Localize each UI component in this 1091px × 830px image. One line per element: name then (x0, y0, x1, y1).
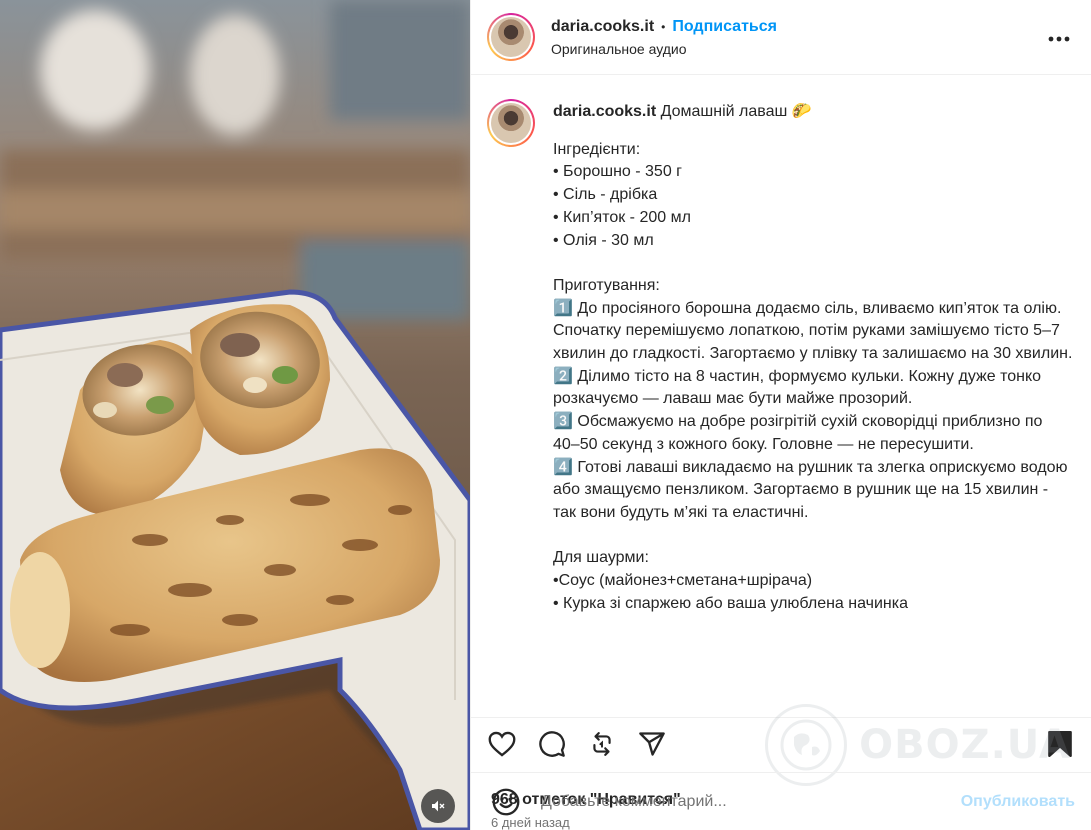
more-horizontal-icon (1048, 36, 1070, 42)
post-media[interactable] (0, 0, 470, 830)
repost-button[interactable] (587, 729, 617, 759)
bookmark-icon (1048, 731, 1072, 757)
caption-text: Інгредієнти: • Борошно - 350 г • Сіль - … (553, 140, 1073, 612)
comment-icon (539, 730, 565, 757)
heart-icon (488, 731, 516, 757)
audio-label[interactable]: Оригинальное аудио (551, 41, 777, 57)
more-options-button[interactable] (1047, 27, 1071, 51)
follow-button[interactable]: Подписаться (672, 18, 777, 36)
food-photo (0, 0, 470, 830)
publish-button[interactable]: Опубликовать (961, 793, 1075, 811)
avatar[interactable] (487, 13, 535, 61)
comment-button[interactable] (537, 729, 567, 759)
repost-icon (593, 731, 611, 756)
emoji-button[interactable] (491, 787, 521, 817)
save-button[interactable] (1045, 729, 1075, 759)
post-viewer: daria.cooks.it • Подписаться Оригинально… (0, 0, 1091, 830)
volume-muted-icon (432, 800, 445, 812)
emoji-icon (492, 788, 520, 815)
caption-username[interactable]: daria.cooks.it (553, 103, 656, 120)
caption-avatar[interactable] (487, 99, 535, 147)
separator-dot: • (661, 19, 666, 34)
comment-bar: Опубликовать (471, 772, 1091, 830)
share-icon (639, 731, 665, 756)
caption-header: daria.cooks.it Домашній лаваш 🌮 (553, 101, 1073, 124)
like-button[interactable] (487, 729, 517, 759)
caption-area: daria.cooks.it Домашній лаваш 🌮 Інгредіє… (471, 75, 1091, 717)
action-bar (471, 717, 1091, 769)
mute-button[interactable] (421, 789, 455, 823)
post-panel: daria.cooks.it • Подписаться Оригинально… (470, 0, 1091, 830)
username-link[interactable]: daria.cooks.it (551, 18, 654, 36)
comment-input[interactable] (541, 792, 951, 811)
share-button[interactable] (637, 729, 667, 759)
post-header: daria.cooks.it • Подписаться Оригинально… (471, 0, 1091, 75)
caption-title: Домашній лаваш 🌮 (660, 103, 812, 120)
